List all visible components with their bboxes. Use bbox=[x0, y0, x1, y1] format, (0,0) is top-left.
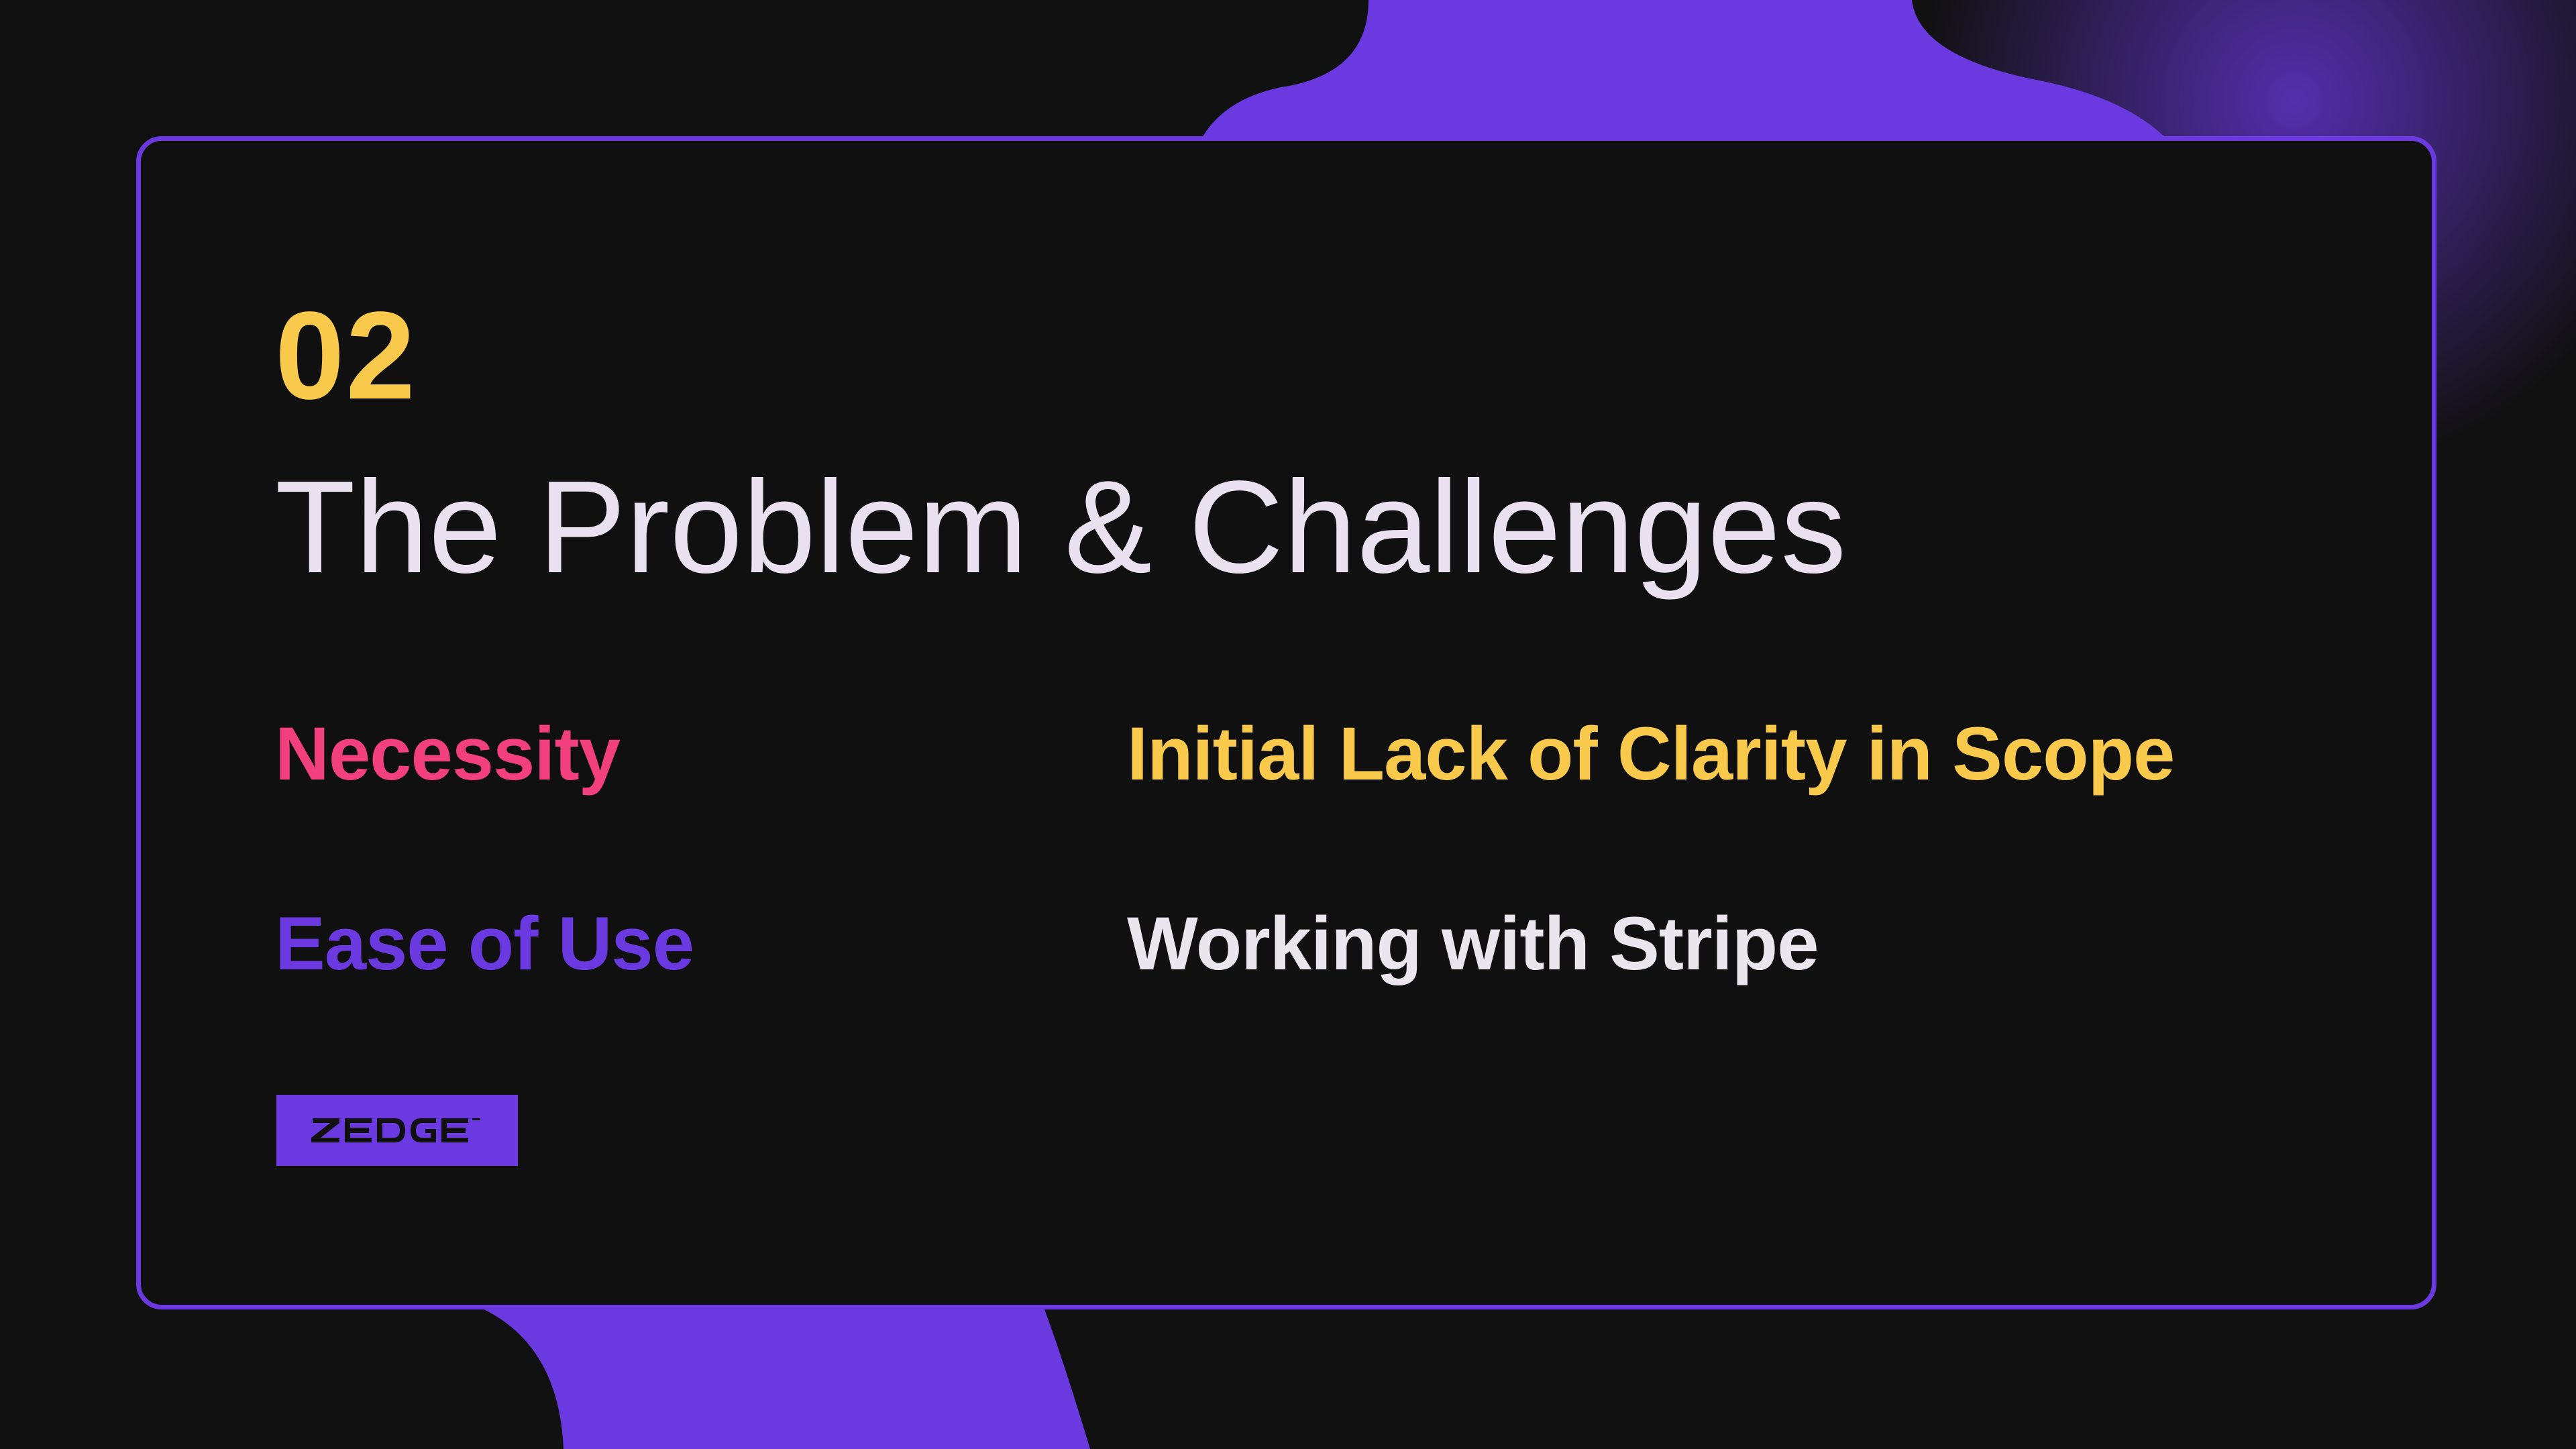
point-ease-of-use: Ease of Use bbox=[275, 902, 694, 985]
zedge-wordmark-icon bbox=[311, 1118, 480, 1142]
point-necessity: Necessity bbox=[275, 712, 621, 796]
point-working-with-stripe: Working with Stripe bbox=[1127, 902, 1819, 985]
point-initial-lack-of-clarity: Initial Lack of Clarity in Scope bbox=[1127, 712, 2175, 796]
section-number: 02 bbox=[275, 286, 417, 425]
slide-title: The Problem & Challenges bbox=[275, 453, 1847, 600]
slide: 02 The Problem & Challenges Necessity Ea… bbox=[0, 0, 2576, 1449]
zedge-logo bbox=[276, 1095, 518, 1166]
